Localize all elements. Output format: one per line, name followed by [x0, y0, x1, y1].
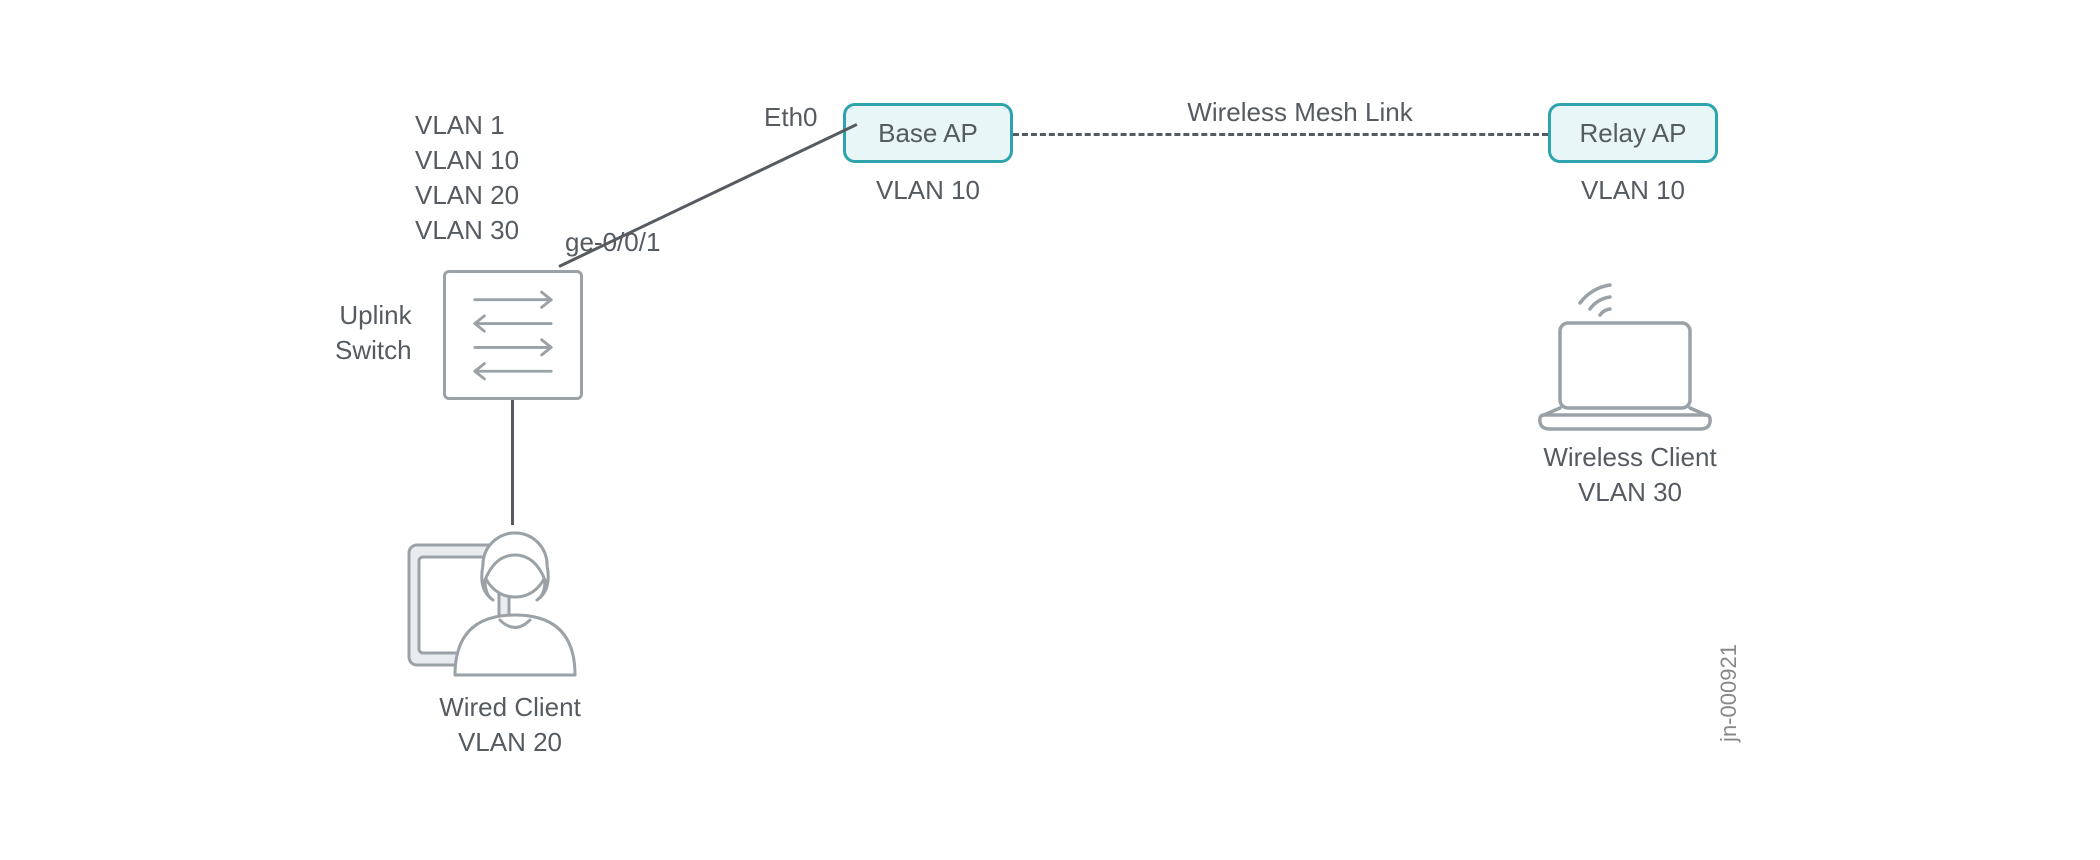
base-ap-text: Base AP	[878, 118, 978, 149]
diagram-id: jn-000921	[1716, 644, 1742, 742]
base-ap-vlan-label: VLAN 10	[843, 173, 1013, 208]
vlan-list-label: VLAN 1 VLAN 10 VLAN 20 VLAN 30	[415, 108, 519, 248]
switch-to-client-line	[511, 400, 514, 525]
base-ap-node: Base AP	[843, 103, 1013, 163]
relay-ap-text: Relay AP	[1580, 118, 1687, 149]
wireless-client-label: Wireless Client VLAN 30	[1500, 440, 1760, 510]
switch-to-ap-line	[558, 123, 857, 268]
wired-client-label: Wired Client VLAN 20	[380, 690, 640, 760]
relay-ap-vlan-label: VLAN 10	[1548, 173, 1718, 208]
wired-client-icon	[395, 515, 595, 685]
uplink-switch-label: Uplink Switch	[335, 298, 412, 368]
eth0-label: Eth0	[764, 100, 818, 135]
mesh-link-line	[1013, 133, 1548, 136]
mesh-link-label: Wireless Mesh Link	[1075, 95, 1525, 130]
uplink-switch-icon	[443, 270, 583, 400]
relay-ap-node: Relay AP	[1548, 103, 1718, 163]
wireless-client-icon	[1530, 275, 1720, 435]
